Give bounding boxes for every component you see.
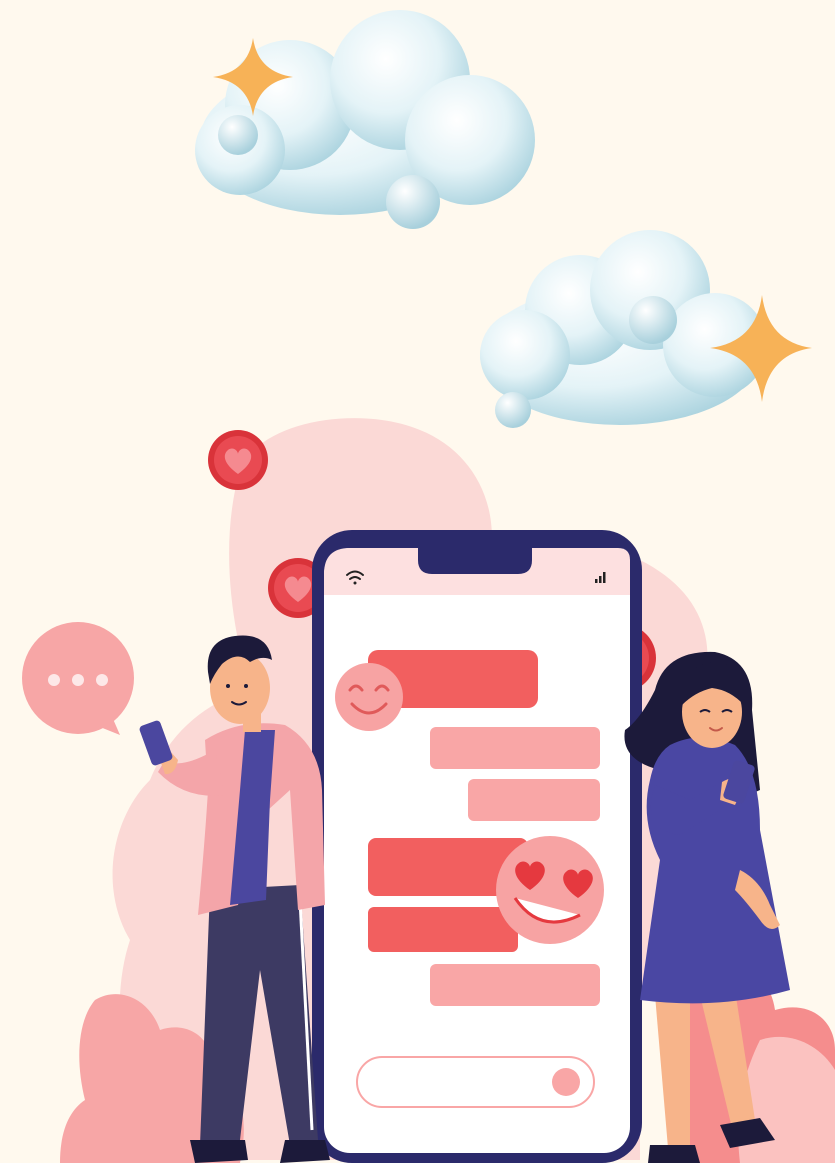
send-button	[552, 1068, 580, 1096]
smile-emoji-icon	[335, 663, 403, 731]
cloud-icon	[480, 230, 767, 428]
chat-bubble-sent	[468, 779, 600, 821]
heart-icon	[208, 430, 268, 490]
phone	[312, 530, 642, 1163]
cloud-icon	[195, 10, 535, 229]
chat-bubble-received	[368, 907, 518, 952]
chat-bubble-sent	[430, 964, 600, 1006]
heart-eyes-emoji-icon	[496, 836, 604, 944]
illustration-canvas	[0, 0, 835, 1163]
phone-notch	[418, 548, 532, 574]
dating-chat-illustration	[22, 10, 835, 1163]
chat-bubble-sent	[430, 727, 600, 769]
speech-bubble-ellipsis-icon	[22, 622, 134, 735]
